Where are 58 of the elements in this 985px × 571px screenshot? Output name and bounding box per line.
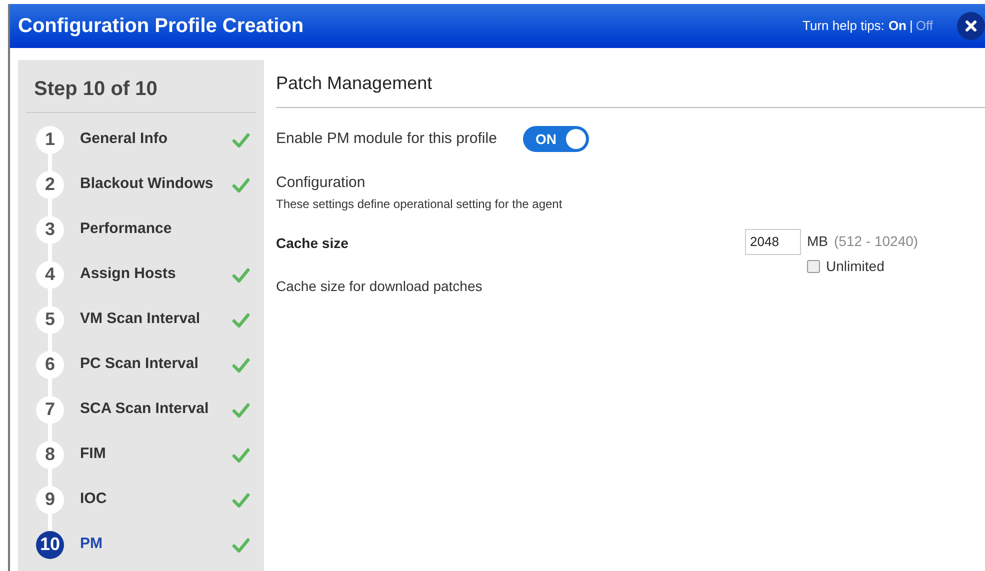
help-tips-label: Turn help tips: — [802, 17, 884, 36]
checkmark-icon — [232, 446, 250, 462]
step-item[interactable]: 8 FIM — [26, 432, 256, 477]
separator: | — [910, 17, 913, 36]
cache-label: Cache size — [276, 234, 350, 252]
step-item[interactable]: 3 Performance — [26, 207, 256, 252]
step-item[interactable]: 5 VM Scan Interval — [26, 297, 256, 342]
enable-label: Enable PM module for this profile — [276, 128, 497, 149]
unlimited-label: Unlimited — [826, 256, 884, 276]
unlimited-checkbox[interactable] — [807, 260, 820, 272]
step-number: 3 — [36, 216, 64, 244]
checkmark-icon — [232, 356, 250, 372]
configuration-heading: Configuration — [276, 173, 366, 193]
checkmark-icon — [232, 266, 250, 282]
step-number: 4 — [36, 260, 64, 288]
step-label: General Info — [80, 129, 169, 150]
step-item[interactable]: 6 PC Scan Interval — [26, 342, 256, 387]
step-label: Blackout Windows — [80, 174, 214, 194]
cache-size-field[interactable]: 2048 — [745, 228, 801, 254]
step-number: 2 — [36, 170, 64, 198]
step-label: FIM — [80, 444, 107, 464]
step-label: IOC — [80, 489, 108, 510]
step-item[interactable]: 1 General Info — [26, 117, 256, 162]
configuration-description: These settings define operational setting for the agent — [276, 196, 564, 212]
step-number: 9 — [36, 486, 64, 514]
checkmark-icon — [232, 492, 250, 508]
step-item[interactable]: 4 Assign Hosts — [26, 252, 256, 297]
step-label: Performance — [80, 219, 173, 240]
step-number: 10 — [36, 530, 64, 558]
range-hint: (512 - 10240) — [834, 232, 918, 251]
step-number: 1 — [36, 126, 64, 154]
step-number: 5 — [36, 306, 64, 334]
toggle-switch[interactable]: ON — [522, 126, 589, 152]
step-number: 7 — [36, 396, 64, 424]
close-icon — [965, 20, 977, 32]
cache-description: Cache size for download patches — [276, 276, 484, 296]
step-number: 6 — [36, 350, 64, 378]
step-number: 8 — [36, 440, 64, 468]
close-button[interactable] — [957, 12, 985, 40]
checkmark-icon — [232, 132, 250, 148]
checkmark-icon — [232, 312, 250, 328]
step-label: Assign Hosts — [80, 264, 177, 284]
step-label: PM — [80, 534, 104, 554]
step-item[interactable]: 9 IOC — [26, 477, 256, 522]
step-item[interactable]: 10 PM — [26, 522, 256, 567]
unit-label: MB — [807, 232, 828, 251]
step-label: SCA Scan Interval — [80, 399, 210, 420]
checkmark-icon — [232, 402, 250, 418]
checkmark-icon — [232, 176, 250, 192]
help-tips-option[interactable]: On — [888, 16, 906, 36]
step-item[interactable]: 2 Blackout Windows — [26, 162, 256, 207]
step-item[interactable]: 7 SCA Scan Interval — [26, 387, 256, 432]
step-label: PC Scan Interval — [80, 354, 200, 374]
window-title: Configuration Profile Creation — [18, 14, 305, 39]
step-label: VM Scan Interval — [80, 309, 202, 330]
step-heading: Step 10 of 10 — [26, 74, 256, 113]
checkmark-icon — [232, 536, 250, 552]
section-title: Patch Management — [276, 60, 985, 108]
